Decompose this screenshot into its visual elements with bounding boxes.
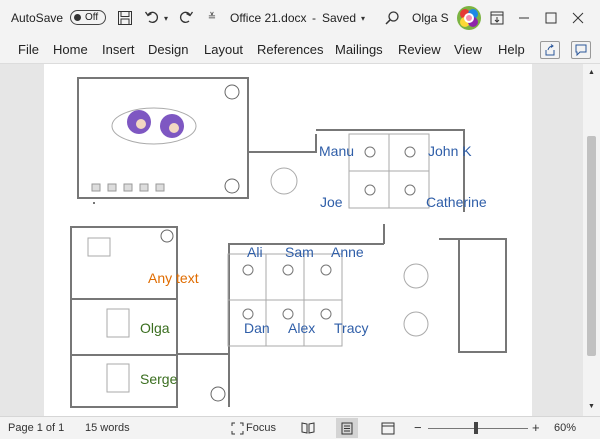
vertical-scrollbar[interactable]: ▲ ▼: [583, 64, 600, 416]
label-john-k[interactable]: John K: [428, 143, 472, 159]
page-count[interactable]: Page 1 of 1: [8, 417, 64, 439]
read-mode-icon[interactable]: [300, 420, 316, 436]
round-table-2: [403, 311, 429, 337]
autosave-label: AutoSave: [11, 11, 64, 25]
document-filename: Office 21.docx: [230, 11, 307, 25]
save-status-dropdown-icon[interactable]: ▾: [359, 13, 367, 23]
desk-serge: [106, 363, 130, 393]
floor-plan-drawing: [70, 77, 507, 408]
label-serge[interactable]: Serge: [140, 371, 177, 387]
scroll-down-icon[interactable]: ▼: [587, 402, 596, 411]
save-icon[interactable]: [116, 9, 134, 27]
ribbon-tabs: File Home Insert Design Layout Reference…: [0, 36, 600, 64]
zoom-slider-track[interactable]: [428, 428, 528, 429]
redo-icon[interactable]: [177, 8, 195, 26]
scroll-up-icon[interactable]: ▲: [587, 68, 596, 77]
print-layout-icon[interactable]: [336, 418, 358, 438]
label-alex[interactable]: Alex: [288, 320, 315, 336]
comments-icon[interactable]: [571, 41, 591, 59]
tab-insert[interactable]: Insert: [102, 36, 135, 64]
label-olga[interactable]: Olga: [140, 320, 170, 336]
share-icon[interactable]: [540, 41, 560, 59]
word-count[interactable]: 15 words: [85, 417, 130, 439]
tab-layout[interactable]: Layout: [204, 36, 243, 64]
customize-toolbar-icon[interactable]: ≚: [206, 10, 218, 24]
zoom-in-button[interactable]: +: [532, 417, 540, 439]
avatar[interactable]: [456, 5, 482, 31]
label-anne[interactable]: Anne: [331, 244, 364, 260]
tab-file[interactable]: File: [18, 36, 39, 64]
label-ali[interactable]: Ali: [247, 244, 263, 260]
undo-icon[interactable]: [143, 8, 161, 26]
ribbon-display-options-icon[interactable]: [488, 9, 506, 27]
undo-dropdown-icon[interactable]: ▾: [162, 13, 170, 23]
label-catherine[interactable]: Catherine: [426, 194, 487, 210]
title-bar: AutoSave Off ▾ ≚ Office 21.docx - Saved …: [0, 0, 600, 36]
autosave-toggle[interactable]: Off: [70, 10, 106, 25]
zoom-slider-thumb[interactable]: [474, 422, 478, 434]
desk-olga: [106, 308, 130, 338]
tab-help[interactable]: Help: [498, 36, 525, 64]
save-status[interactable]: Saved: [322, 0, 356, 36]
mid-wall: [228, 243, 384, 354]
round-table-1: [403, 263, 429, 289]
scroll-thumb[interactable]: [587, 136, 596, 356]
label-sam[interactable]: Sam: [285, 244, 314, 260]
close-icon[interactable]: [569, 9, 587, 27]
reception-desk: [270, 167, 298, 195]
web-layout-icon[interactable]: [380, 420, 396, 436]
tab-home[interactable]: Home: [53, 36, 88, 64]
desk-any-text: [87, 237, 111, 257]
label-tracy[interactable]: Tracy: [334, 320, 368, 336]
kitchen-wall: [458, 239, 507, 353]
zoom-out-button[interactable]: −: [414, 417, 422, 439]
east-room-wall: [439, 238, 507, 304]
status-bar: Page 1 of 1 15 words Focus − + 60%: [0, 416, 600, 439]
minimize-icon[interactable]: [515, 9, 533, 27]
label-any-text[interactable]: Any text: [148, 270, 199, 286]
conference-people: [127, 110, 184, 138]
label-dan[interactable]: Dan: [244, 320, 270, 336]
corridor-wall: [247, 134, 317, 153]
tab-design[interactable]: Design: [148, 36, 188, 64]
south-wall: [176, 353, 230, 407]
conference-room-wall: [77, 77, 249, 199]
tab-view[interactable]: View: [454, 36, 482, 64]
focus-icon[interactable]: [230, 420, 244, 436]
label-joe[interactable]: Joe: [320, 194, 343, 210]
document-page[interactable]: Manu John K Joe Catherine Ali Sam Anne D…: [44, 64, 532, 416]
document-area[interactable]: Manu John K Joe Catherine Ali Sam Anne D…: [0, 64, 583, 416]
tab-mailings[interactable]: Mailings: [335, 36, 383, 64]
tab-review[interactable]: Review: [398, 36, 441, 64]
label-manu[interactable]: Manu: [319, 143, 354, 159]
user-name[interactable]: Olga S: [412, 0, 449, 36]
maximize-icon[interactable]: [542, 9, 560, 27]
tab-references[interactable]: References: [257, 36, 323, 64]
title-separator: -: [312, 11, 316, 25]
search-icon[interactable]: [383, 9, 401, 27]
focus-label[interactable]: Focus: [246, 417, 276, 439]
zoom-level[interactable]: 60%: [554, 417, 576, 439]
